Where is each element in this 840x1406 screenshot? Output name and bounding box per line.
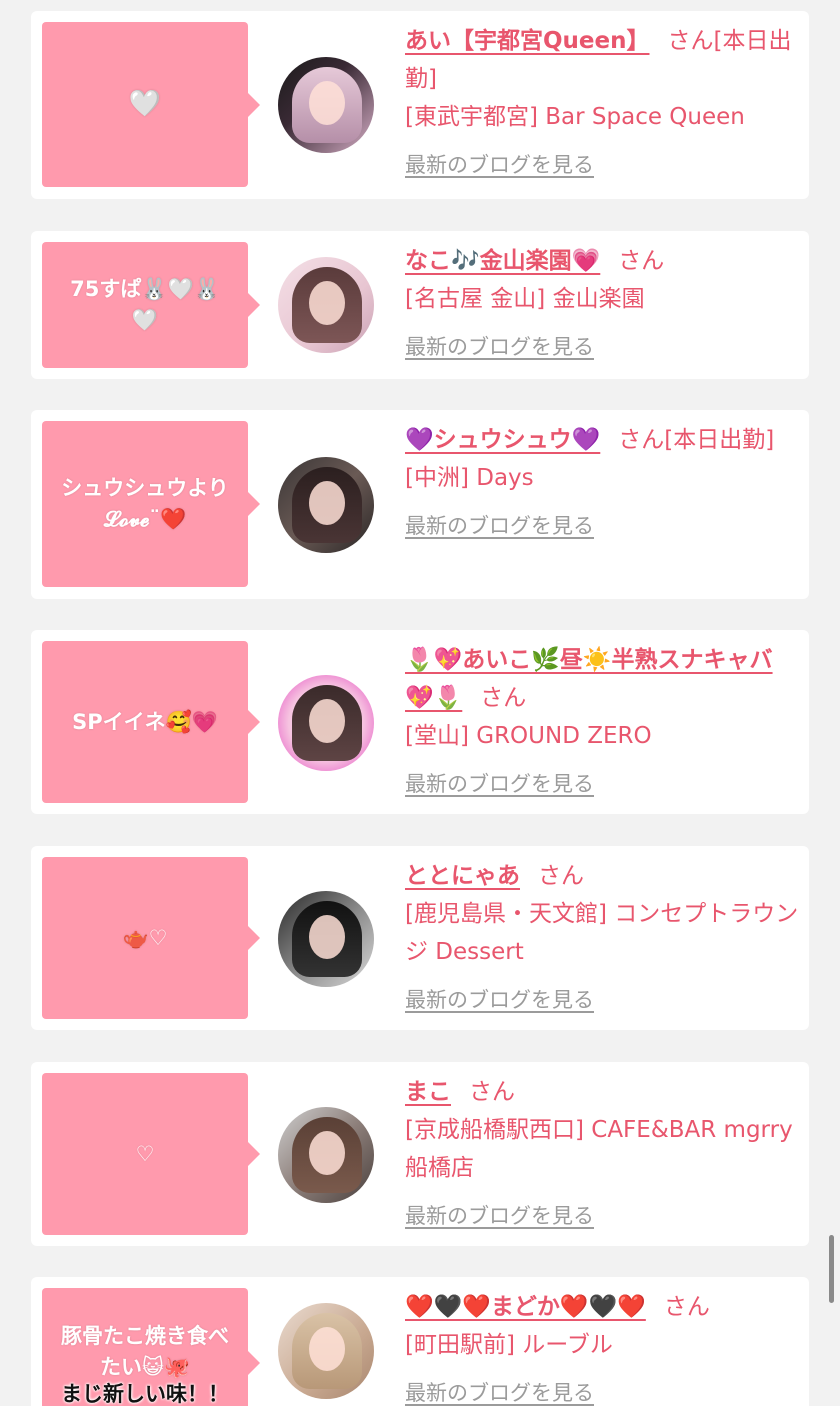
list-item: シュウシュウより 𝓛𝓸𝓿𝓮¨❤️ 💜シュウシュウ💜 さん[本日出勤] [中洲] D…: [31, 410, 809, 599]
name-line: ととにゃあ さん: [405, 857, 801, 895]
girl-name-link[interactable]: ❤️🖤❤️まどか❤️🖤❤️: [405, 1294, 646, 1320]
avatar[interactable]: [278, 1303, 374, 1399]
message-text: 🫖♡: [122, 925, 168, 950]
girl-name-link[interactable]: まこ: [405, 1079, 451, 1105]
girl-name-link[interactable]: ととにゃあ: [405, 863, 520, 889]
avatar[interactable]: [278, 1107, 374, 1203]
shop-name: [東武宇都宮] Bar Space Queen: [405, 104, 745, 130]
message-bubble: SPイイネ🥰💗: [42, 641, 260, 803]
list-item: 豚骨たこ焼き食べたい😺🐙 まじ新しい味！！ ❤️🖤❤️まどか❤️🖤❤️ さん [町…: [31, 1277, 809, 1406]
entry-info: まこ さん [京成船橋駅西口] CAFE&BAR mgrry 船橋店 最新のブログ…: [405, 1073, 801, 1235]
entry-info: ととにゃあ さん [鹿児島県・天文館] コンセプトラウンジ Dessert 最新の…: [405, 857, 801, 1019]
list-item: 🫖♡ ととにゃあ さん [鹿児島県・天文館] コンセプトラウンジ Dessert …: [31, 846, 809, 1030]
message-extra-text: まじ新しい味！！: [61, 1381, 229, 1406]
name-line: ❤️🖤❤️まどか❤️🖤❤️ さん: [405, 1288, 801, 1326]
entry-info: 💜シュウシュウ💜 さん[本日出勤] [中洲] Days 最新のブログを見る: [405, 421, 801, 545]
latest-blog-link[interactable]: 最新のブログを見る: [405, 765, 801, 803]
avatar[interactable]: [278, 57, 374, 153]
entry-info: あい【宇都宮Queen】 さん[本日出勤] [東武宇都宮] Bar Space Q…: [405, 22, 801, 184]
honorific: さん: [480, 685, 527, 711]
name-line: 🌷💖あいこ🌿昼☀️半熟スナキャバ💖🌷 さん: [405, 641, 801, 717]
message-bubble: ♡: [42, 1073, 260, 1235]
girl-name-link[interactable]: あい【宇都宮Queen】: [405, 28, 650, 54]
message-text: 75すぱ🐰🤍🐰 🤍: [70, 277, 220, 332]
girl-name-link[interactable]: 🌷💖あいこ🌿昼☀️半熟スナキャバ💖🌷: [405, 647, 773, 711]
girl-name-link[interactable]: なこ🎶金山楽園💗: [405, 248, 600, 274]
list-item: 🤍 あい【宇都宮Queen】 さん[本日出勤] [東武宇都宮] Bar Space…: [31, 11, 809, 199]
avatar[interactable]: [278, 891, 374, 987]
shop-name: [名古屋 金山] 金山楽園: [405, 286, 645, 312]
honorific: さん: [663, 1294, 710, 1320]
avatar[interactable]: [278, 257, 374, 353]
blog-list: 🤍 あい【宇都宮Queen】 さん[本日出勤] [東武宇都宮] Bar Space…: [0, 0, 840, 1406]
honorific: さん: [538, 863, 584, 889]
entry-info: 🌷💖あいこ🌿昼☀️半熟スナキャバ💖🌷 さん [堂山] GROUND ZERO 最新…: [405, 641, 801, 803]
message-text: 豚骨たこ焼き食べたい😺🐙: [61, 1323, 229, 1379]
latest-blog-link[interactable]: 最新のブログを見る: [405, 328, 801, 366]
message-bubble: 🤍: [42, 22, 260, 187]
latest-blog-link[interactable]: 最新のブログを見る: [405, 507, 801, 545]
status-text: [本日出勤]: [664, 427, 775, 453]
latest-blog-link[interactable]: 最新のブログを見る: [405, 981, 801, 1019]
latest-blog-link[interactable]: 最新のブログを見る: [405, 1197, 801, 1235]
shop-name: [堂山] GROUND ZERO: [405, 723, 652, 749]
message-bubble: シュウシュウより 𝓛𝓸𝓿𝓮¨❤️: [42, 421, 260, 587]
shop-name: [町田駅前] ルーブル: [405, 1332, 613, 1358]
avatar[interactable]: [278, 675, 374, 771]
message-bubble: 75すぱ🐰🤍🐰 🤍: [42, 242, 260, 368]
shop-name: [中洲] Days: [405, 465, 534, 491]
message-text: シュウシュウより 𝓛𝓸𝓿𝓮¨❤️: [61, 476, 229, 531]
entry-info: ❤️🖤❤️まどか❤️🖤❤️ さん [町田駅前] ルーブル 最新のブログを見る: [405, 1288, 801, 1406]
shop-name: [京成船橋駅西口] CAFE&BAR mgrry 船橋店: [405, 1117, 793, 1181]
list-item: 75すぱ🐰🤍🐰 🤍 なこ🎶金山楽園💗 さん [名古屋 金山] 金山楽園 最新のブロ…: [31, 231, 809, 379]
avatar[interactable]: [278, 457, 374, 553]
name-line: あい【宇都宮Queen】 さん[本日出勤]: [405, 22, 801, 98]
name-line: 💜シュウシュウ💜 さん[本日出勤]: [405, 421, 801, 459]
list-item: ♡ まこ さん [京成船橋駅西口] CAFE&BAR mgrry 船橋店 最新のブ…: [31, 1062, 809, 1246]
message-bubble: 🫖♡: [42, 857, 260, 1019]
honorific: さん: [667, 28, 714, 54]
message-text: SPイイネ🥰💗: [72, 709, 218, 734]
message-bubble: 豚骨たこ焼き食べたい😺🐙 まじ新しい味！！: [42, 1288, 260, 1406]
entry-info: なこ🎶金山楽園💗 さん [名古屋 金山] 金山楽園 最新のブログを見る: [405, 242, 801, 366]
message-text: ♡: [135, 1141, 155, 1166]
honorific: さん: [469, 1079, 515, 1105]
girl-name-link[interactable]: 💜シュウシュウ💜: [405, 427, 600, 453]
message-text: 🤍: [128, 89, 162, 119]
shop-name: [鹿児島県・天文館] コンセプトラウンジ Dessert: [405, 901, 799, 965]
scrollbar[interactable]: [829, 1235, 834, 1303]
latest-blog-link[interactable]: 最新のブログを見る: [405, 1374, 801, 1406]
name-line: まこ さん: [405, 1073, 801, 1111]
list-item: SPイイネ🥰💗 🌷💖あいこ🌿昼☀️半熟スナキャバ💖🌷 さん [堂山] GROUND…: [31, 630, 809, 814]
honorific: さん: [618, 427, 665, 453]
honorific: さん: [618, 248, 665, 274]
latest-blog-link[interactable]: 最新のブログを見る: [405, 146, 801, 184]
name-line: なこ🎶金山楽園💗 さん: [405, 242, 801, 280]
